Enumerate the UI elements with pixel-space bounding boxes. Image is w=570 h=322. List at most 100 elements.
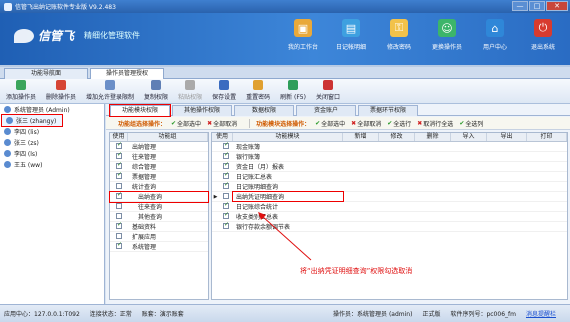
tab-permission-0[interactable]: 功能模块权限: [109, 104, 171, 117]
function-group-row[interactable]: 扩展应用: [110, 232, 208, 242]
module-select-all-button[interactable]: ✔ 全部选中: [315, 119, 345, 128]
tab-permission-1[interactable]: 其他操作权限: [172, 105, 232, 116]
nav-key[interactable]: ⚿ 修改密码: [378, 15, 420, 51]
window-title: 信管飞出纳记账软件专业版 V9.2.483: [15, 4, 116, 11]
row-cancel-all-button[interactable]: ✖ 取消行全选: [417, 119, 453, 128]
use-checkbox[interactable]: [116, 161, 122, 169]
nav-ledger[interactable]: ▤ 日记帐明细: [330, 15, 372, 51]
function-group-row[interactable]: 出纳管理: [110, 141, 208, 152]
close-button[interactable]: ✕: [546, 1, 568, 11]
use-checkbox[interactable]: [116, 221, 122, 229]
function-group-row[interactable]: 系统管理: [110, 241, 208, 252]
function-module-row[interactable]: 现金账簿: [212, 141, 567, 152]
copy-button[interactable]: 复制权限: [144, 80, 168, 101]
row-indicator-icon: ▶: [213, 193, 218, 200]
function-group-row[interactable]: 票据管理: [110, 171, 208, 182]
nav-workbench[interactable]: ▣ 我的工作台: [282, 15, 324, 51]
refresh-button[interactable]: 刷新 (F5): [280, 80, 306, 101]
use-checkbox[interactable]: [116, 141, 122, 149]
function-group-row[interactable]: 往来查询: [110, 202, 208, 212]
function-module-row[interactable]: 银行账簿: [212, 151, 567, 162]
column-header: 打印: [527, 133, 567, 141]
operator-item[interactable]: 张三 (zhangy): [1, 114, 63, 127]
tab-permission-4[interactable]: 票据环节权限: [358, 105, 418, 116]
reset-password-icon: [253, 80, 264, 90]
login-limit-button[interactable]: 增加允许登录限制: [86, 80, 134, 101]
function-module-row[interactable]: 日记账综合统计: [212, 201, 567, 212]
nav-switch-user[interactable]: ☺ 更换操作员: [426, 15, 468, 51]
use-checkbox[interactable]: [116, 202, 122, 209]
use-checkbox[interactable]: [223, 161, 229, 169]
use-checkbox[interactable]: [116, 212, 122, 219]
use-checkbox[interactable]: [223, 141, 229, 149]
nav-user-center[interactable]: ⌂ 用户中心: [474, 15, 516, 51]
maximize-button[interactable]: □: [529, 1, 545, 11]
reset-password-button[interactable]: 重置密码: [246, 80, 270, 101]
cross-icon: ✖: [351, 119, 357, 127]
group-select-all-button[interactable]: ✔ 全部选中: [171, 119, 201, 128]
row-select-all-button[interactable]: ✔ 全选行: [387, 119, 411, 128]
function-group-name: 往来管理: [132, 154, 157, 161]
function-module-row[interactable]: 资金日（月）报表: [212, 161, 567, 172]
operator-item[interactable]: 张三 (zs): [0, 137, 104, 148]
status-bar: 应用中心：127.0.0.1:T092 连接状态：正常 账套：演示账套 操作员：…: [0, 304, 570, 322]
function-group-name: 综合管理: [132, 164, 157, 171]
operator-item[interactable]: 王五 (ww): [0, 159, 104, 170]
use-checkbox[interactable]: [116, 241, 122, 249]
app-icon: [4, 2, 12, 11]
add-user-icon: [16, 80, 26, 90]
use-checkbox[interactable]: [223, 211, 229, 219]
function-group-name: 扩展应用: [132, 234, 157, 241]
column-header: 功能模块: [233, 133, 343, 141]
use-checkbox[interactable]: [116, 171, 122, 179]
group-cancel-all-button[interactable]: ✖ 全部取消: [207, 119, 237, 128]
use-checkbox[interactable]: [223, 221, 229, 229]
power-icon: ⏻: [534, 19, 552, 37]
function-group-row[interactable]: 基础资料: [110, 221, 208, 232]
annotation-text: 将“出纳凭证明细查询”权限勾选取消: [300, 267, 413, 275]
function-group-row[interactable]: 其他查询: [110, 212, 208, 222]
use-checkbox[interactable]: [223, 201, 229, 209]
tab-operator-auth[interactable]: 操作员管理授权: [90, 68, 164, 79]
edition-status: 正式版: [422, 311, 441, 318]
function-module-row[interactable]: 日记账明细查询: [212, 181, 567, 192]
function-group-row[interactable]: 综合管理: [110, 161, 208, 172]
use-checkbox[interactable]: [223, 192, 229, 199]
operator-name: 李四 (lis): [14, 129, 40, 136]
use-checkbox[interactable]: [116, 191, 122, 199]
function-group-row[interactable]: 统计查询: [110, 182, 208, 192]
operator-item[interactable]: 李四 (ls): [0, 148, 104, 159]
operator-item[interactable]: 李四 (lis): [0, 126, 104, 137]
function-group-row[interactable]: 往来管理: [110, 151, 208, 162]
tab-permission-3[interactable]: 资金账户: [296, 105, 356, 116]
user-icon: [4, 161, 11, 168]
nav-power[interactable]: ⏻ 退出系统: [522, 15, 564, 51]
minimize-button[interactable]: —: [512, 1, 528, 11]
column-header: 使用: [212, 133, 233, 141]
close-window-button[interactable]: 关闭窗口: [316, 80, 340, 101]
message-link[interactable]: 消息提醒栏: [526, 309, 556, 318]
function-group-row[interactable]: 出纳查询: [109, 191, 209, 203]
check-icon: ✔: [387, 119, 393, 127]
module-cancel-all-button[interactable]: ✖ 全部取消: [351, 119, 381, 128]
save-button[interactable]: 保存设置: [212, 80, 236, 101]
tab-permission-2[interactable]: 数据权限: [234, 105, 294, 116]
function-module-row[interactable]: 日记账汇总表: [212, 171, 567, 182]
use-checkbox[interactable]: [223, 181, 229, 189]
use-checkbox[interactable]: [116, 232, 122, 239]
ledger-icon: ▤: [342, 19, 360, 37]
function-group-name: 出纳管理: [132, 144, 157, 151]
add-user-button[interactable]: 添加操作员: [6, 80, 36, 101]
function-module-row[interactable]: ▶ 出纳凭证明细查询: [212, 191, 567, 202]
use-checkbox[interactable]: [223, 151, 229, 159]
use-checkbox[interactable]: [116, 151, 122, 159]
function-group-name: 出纳查询: [138, 194, 163, 201]
toolbar-label: 复制权限: [144, 94, 169, 101]
tab-navigation[interactable]: 功能导航面: [4, 68, 88, 79]
operator-item[interactable]: 系统管理员 (Admin): [0, 104, 104, 115]
column-select-all-button[interactable]: ✔ 全选列: [459, 119, 483, 128]
nav-label: 更换操作员: [431, 44, 462, 51]
use-checkbox[interactable]: [116, 182, 122, 189]
use-checkbox[interactable]: [223, 171, 229, 179]
delete-user-button[interactable]: 删除操作员: [46, 80, 76, 101]
